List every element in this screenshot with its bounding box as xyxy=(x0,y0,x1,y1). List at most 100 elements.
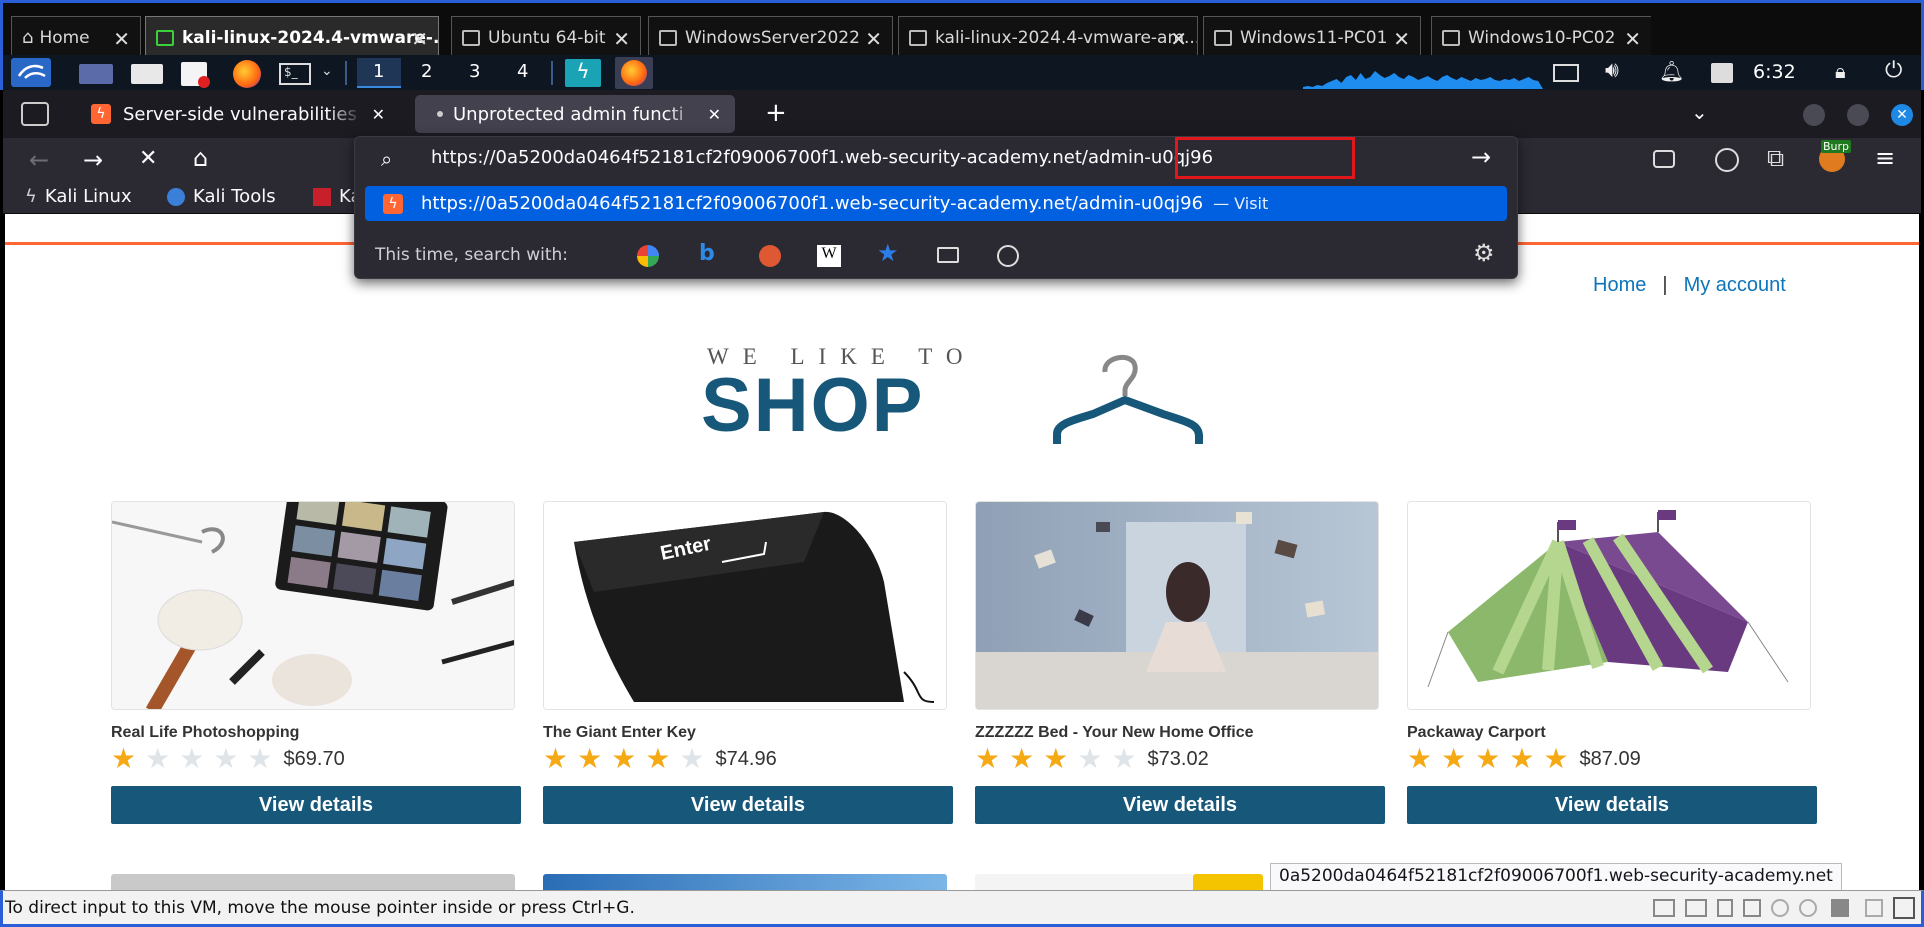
product-image-partial[interactable] xyxy=(1193,874,1263,890)
close-icon[interactable]: ✕ xyxy=(1624,27,1641,51)
go-arrow-icon[interactable]: → xyxy=(1471,143,1491,171)
wireless-icon[interactable] xyxy=(1799,899,1817,917)
close-icon[interactable]: ✕ xyxy=(613,27,630,51)
terminal-icon[interactable]: $_ xyxy=(279,63,311,85)
close-tab-icon[interactable]: ✕ xyxy=(372,105,385,124)
vm-tab-kali-am[interactable]: kali-linux-2024.4-vmware-am... ✕ xyxy=(898,16,1198,58)
browser-tab-admin[interactable]: Unprotected admin functi ✕ xyxy=(415,95,735,133)
vm-tab-label: kali-linux-2024.4-vmware-am... xyxy=(935,27,1197,48)
duckduckgo-search-engine-icon[interactable] xyxy=(759,245,781,267)
volume-icon[interactable]: 🔊︎ xyxy=(1605,58,1619,83)
product-image-bed[interactable] xyxy=(975,501,1379,710)
display-icon[interactable] xyxy=(1553,64,1579,82)
workspace-3[interactable]: 3 xyxy=(469,61,480,82)
product-price: $87.09 xyxy=(1579,747,1641,770)
product-image-partial[interactable] xyxy=(543,874,947,890)
bell-icon[interactable]: 🔔︎ xyxy=(1659,59,1684,84)
minimize-button[interactable] xyxy=(1803,104,1825,126)
workspace-1[interactable]: 1 xyxy=(373,61,384,82)
empty-star-icon: ★ xyxy=(1111,742,1137,775)
view-details-button[interactable]: View details xyxy=(543,786,953,824)
extensions-icon[interactable]: ⧉ xyxy=(1767,144,1784,172)
close-icon[interactable]: ✕ xyxy=(411,27,428,51)
product-rating: ★ ★ ★ ★ ★ $87.09 xyxy=(1407,744,1641,774)
display-icon[interactable] xyxy=(1865,899,1883,917)
product-rating: ★ ★ ★ ★ ★ $74.96 xyxy=(543,744,777,774)
portswigger-favicon: ϟ xyxy=(383,193,403,214)
firefox-icon[interactable] xyxy=(233,60,261,88)
close-window-button[interactable]: ✕ xyxy=(1891,104,1913,126)
product-image-partial[interactable] xyxy=(111,874,515,890)
lock-icon[interactable]: 🔒︎ xyxy=(1835,59,1846,84)
kali-tools-icon xyxy=(167,187,185,206)
product-price: $69.70 xyxy=(283,747,345,770)
account-icon[interactable] xyxy=(1715,148,1739,172)
workspace-4[interactable]: 4 xyxy=(517,61,528,82)
filled-star-icon: ★ xyxy=(111,742,137,775)
list-all-tabs-icon[interactable]: ⌄ xyxy=(1691,100,1708,124)
history-search-icon[interactable] xyxy=(997,245,1019,267)
show-desktop-icon[interactable] xyxy=(79,64,113,84)
close-tab-icon[interactable]: ✕ xyxy=(708,105,721,124)
vm-tab-windows11[interactable]: Windows11-PC01 ✕ xyxy=(1203,16,1421,58)
product-image-enter-key[interactable]: Enter xyxy=(543,501,947,710)
google-search-engine-icon[interactable] xyxy=(637,245,659,267)
vm-tab-windows10[interactable]: Windows10-PC02 ✕ xyxy=(1431,16,1651,58)
text-editor-icon[interactable] xyxy=(181,62,210,88)
messages-icon[interactable] xyxy=(1893,897,1915,919)
network-adapter-icon[interactable] xyxy=(1685,899,1707,917)
vm-tab-kali[interactable]: kali-linux-2024.4-vmware-... ✕ xyxy=(145,16,439,58)
wikipedia-search-engine-icon[interactable]: W xyxy=(817,245,841,267)
usb-icon[interactable] xyxy=(1743,899,1761,917)
view-details-button[interactable]: View details xyxy=(975,786,1385,824)
file-manager-icon[interactable] xyxy=(131,64,163,84)
nav-home-link[interactable]: Home xyxy=(1593,274,1646,297)
view-details-button[interactable]: View details xyxy=(1407,786,1817,824)
bing-search-engine-icon[interactable]: b xyxy=(699,241,715,266)
cd-icon[interactable] xyxy=(1771,899,1789,917)
product-image-makeup[interactable] xyxy=(111,501,515,710)
clipboard-icon[interactable] xyxy=(1711,63,1733,83)
bookmark-kali-tools[interactable]: Kali Tools xyxy=(167,186,276,207)
maximize-button[interactable] xyxy=(1847,104,1869,126)
new-tab-button[interactable]: + xyxy=(765,98,787,128)
sound-icon[interactable] xyxy=(1717,899,1733,917)
home-icon[interactable]: ⌂ xyxy=(193,144,208,172)
tabs-search-icon[interactable] xyxy=(937,247,959,263)
pocket-icon[interactable] xyxy=(1653,150,1675,168)
stop-loading-icon[interactable]: ✕ xyxy=(139,146,157,171)
bookmarks-search-icon[interactable]: ★ xyxy=(877,239,899,267)
power-icon[interactable]: ⏻ xyxy=(1885,58,1902,83)
vm-tab-home[interactable]: ⌂ Home ✕ xyxy=(11,16,141,58)
url-input[interactable]: https://0a5200da0464f52181cf2f09006700f1… xyxy=(431,147,1213,168)
vm-tab-windowsserver[interactable]: WindowsServer2022 ✕ xyxy=(648,16,893,58)
firefox-window-button[interactable] xyxy=(615,57,653,89)
close-icon[interactable]: ✕ xyxy=(113,27,130,51)
close-icon[interactable]: ✕ xyxy=(1393,27,1410,51)
hard-disk-icon[interactable] xyxy=(1653,899,1675,917)
chevron-down-icon[interactable]: ⌄ xyxy=(321,63,333,88)
divider xyxy=(345,61,347,85)
url-suggestion-row[interactable]: ϟ https://0a5200da0464f52181cf2f09006700… xyxy=(365,186,1507,221)
divider xyxy=(551,61,553,85)
browser-tab-server-side[interactable]: ϟ Server-side vulnerabilities ✕ xyxy=(79,95,399,133)
gear-icon[interactable]: ⚙ xyxy=(1473,239,1495,267)
view-details-button[interactable]: View details xyxy=(111,786,521,824)
workspace-2[interactable]: 2 xyxy=(421,61,432,82)
close-icon[interactable]: ✕ xyxy=(1170,27,1187,51)
product-image-carport[interactable] xyxy=(1407,501,1811,710)
bookmark-kali-linux[interactable]: ϟ Kali Linux xyxy=(25,186,132,207)
close-icon[interactable]: ✕ xyxy=(865,27,882,51)
nav-my-account-link[interactable]: My account xyxy=(1684,274,1786,297)
burp-extension-icon[interactable]: Burp xyxy=(1819,140,1852,172)
vm-tab-ubuntu[interactable]: Ubuntu 64-bit ✕ xyxy=(451,16,641,58)
menu-icon[interactable]: ≡ xyxy=(1875,144,1895,172)
burp-taskbar-icon[interactable]: ϟ xyxy=(565,59,601,87)
firefox-view-icon[interactable] xyxy=(21,102,49,126)
printer-icon[interactable] xyxy=(1831,899,1849,917)
empty-star-icon: ★ xyxy=(145,742,171,775)
vm-status-bar: To direct input to this VM, move the mou… xyxy=(0,890,1924,927)
back-arrow-icon[interactable]: ← xyxy=(29,146,49,174)
kali-menu-icon[interactable] xyxy=(11,58,51,87)
forward-arrow-icon[interactable]: → xyxy=(83,146,103,174)
